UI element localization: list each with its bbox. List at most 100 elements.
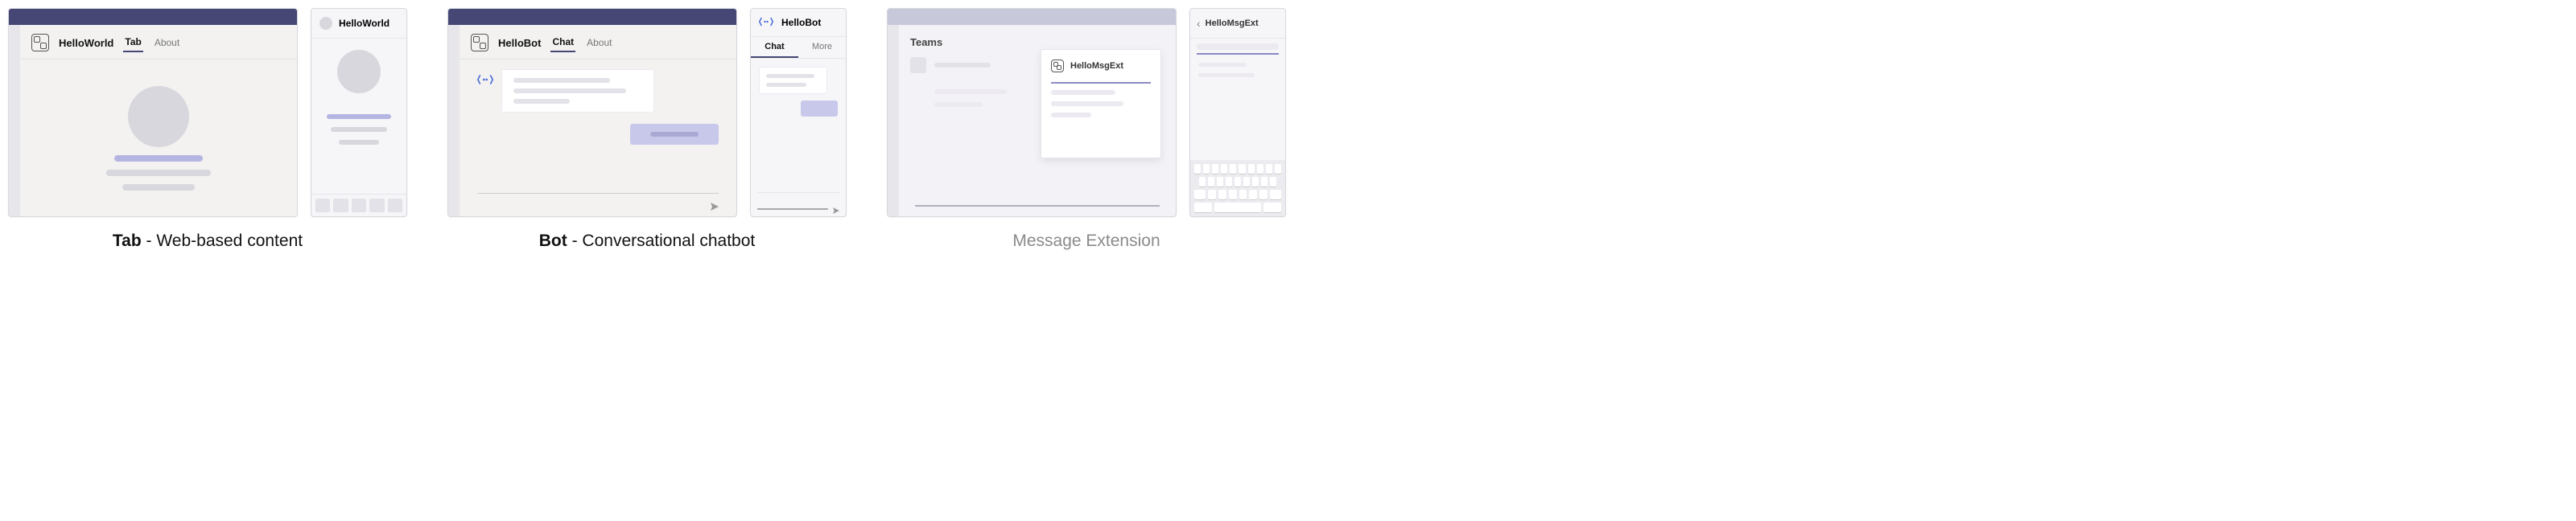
- popup-search-underline[interactable]: [1051, 82, 1151, 84]
- bot-desktop-window: HelloBot Chat About: [447, 8, 737, 217]
- back-icon[interactable]: ‹: [1197, 17, 1201, 30]
- placeholder-line: [934, 63, 991, 68]
- placeholder-line: [934, 89, 1007, 94]
- placeholder-line: [1051, 90, 1115, 95]
- placeholder-line: [106, 170, 211, 176]
- app-icon: [31, 34, 49, 51]
- tab-about[interactable]: About: [153, 34, 181, 51]
- tab-about[interactable]: About: [585, 34, 613, 51]
- compose-input[interactable]: [757, 208, 828, 210]
- search-input[interactable]: [1197, 43, 1279, 50]
- bot-caption: Bot - Conversational chatbot: [539, 232, 755, 251]
- bot-group: HelloBot Chat About: [447, 8, 847, 251]
- tab-tab[interactable]: Tab: [123, 33, 142, 52]
- nav-item[interactable]: [333, 199, 348, 212]
- placeholder-line: [339, 140, 379, 145]
- message-bubble: [759, 67, 827, 94]
- window-titlebar: [448, 9, 736, 25]
- nav-item[interactable]: [369, 199, 384, 212]
- bot-mobile-window: HelloBot Chat More: [750, 8, 847, 217]
- msgext-mobile-window: ‹ HelloMsgExt: [1189, 8, 1286, 217]
- app-rail: [448, 25, 460, 216]
- placeholder-line: [1198, 63, 1247, 67]
- placeholder-line: [1051, 113, 1091, 117]
- placeholder-line: [1051, 101, 1123, 106]
- compose-underline[interactable]: [915, 205, 1160, 207]
- mobile-title: HelloBot: [781, 17, 821, 28]
- msgext-desktop-window: Teams HelloMsgExt: [887, 8, 1177, 217]
- mobile-header: ‹ HelloMsgExt: [1190, 9, 1285, 39]
- mobile-content: [311, 39, 406, 194]
- mobile-tab-more[interactable]: More: [798, 37, 846, 58]
- mobile-tab-chat[interactable]: Chat: [751, 37, 798, 58]
- tab-content: [20, 59, 297, 216]
- message-bubble-out: [801, 101, 838, 117]
- bot-icon: [477, 74, 493, 85]
- mobile-title: HelloMsgExt: [1206, 18, 1259, 28]
- window-titlebar: [9, 9, 297, 25]
- outgoing-message: [477, 124, 719, 145]
- placeholder-line: [513, 99, 570, 104]
- mobile-header: HelloBot: [751, 9, 846, 37]
- placeholder-icon: [910, 57, 926, 73]
- message-bubble: [501, 69, 654, 113]
- placeholder-line: [934, 102, 983, 107]
- avatar-placeholder-icon: [128, 86, 189, 147]
- nav-item[interactable]: [352, 199, 366, 212]
- mobile-header: HelloWorld: [311, 9, 406, 39]
- placeholder-line: [327, 114, 391, 119]
- bot-icon: [759, 17, 775, 28]
- placeholder-line: [1198, 73, 1255, 77]
- list-item: [910, 57, 991, 73]
- mobile-title: HelloWorld: [339, 18, 389, 29]
- send-icon[interactable]: [711, 200, 719, 208]
- mobile-tabs: Chat More: [751, 37, 846, 59]
- placeholder-line: [122, 184, 195, 191]
- app-icon: [471, 34, 488, 51]
- tab-caption: Tab - Web-based content: [113, 232, 303, 251]
- tab-header: HelloWorld Tab About: [20, 25, 297, 59]
- compose-input[interactable]: [477, 203, 704, 206]
- window-titlebar: [888, 9, 1176, 25]
- mobile-chat-area: [751, 59, 846, 192]
- message-bubble-out: [630, 124, 719, 145]
- popup-header: HelloMsgExt: [1051, 59, 1151, 72]
- nav-item[interactable]: [315, 199, 330, 212]
- placeholder-line: [331, 127, 387, 132]
- send-icon[interactable]: [833, 203, 839, 210]
- popup-title: HelloMsgExt: [1070, 61, 1123, 71]
- msgext-content: Teams HelloMsgExt: [899, 25, 1176, 216]
- avatar-placeholder-icon: [337, 50, 381, 93]
- keyboard[interactable]: [1190, 160, 1285, 216]
- msgext-popup: HelloMsgExt: [1041, 49, 1161, 158]
- avatar-icon: [319, 17, 332, 30]
- sidebar-label-teams: Teams: [910, 36, 942, 48]
- incoming-message: [477, 69, 719, 113]
- nav-item[interactable]: [388, 199, 402, 212]
- placeholder-line: [114, 155, 203, 162]
- placeholder-line: [766, 74, 814, 78]
- msgext-group: Teams HelloMsgExt: [887, 8, 1286, 251]
- mobile-bottom-nav: [311, 194, 406, 216]
- app-rail: [9, 25, 20, 216]
- placeholder-line: [513, 88, 626, 93]
- app-title: HelloBot: [498, 37, 541, 49]
- search-underline: [1197, 53, 1279, 55]
- placeholder-line: [650, 132, 699, 137]
- placeholder-lines: [934, 89, 1007, 107]
- placeholder-line: [513, 78, 610, 83]
- mobile-compose[interactable]: [757, 192, 839, 210]
- tab-mobile-window: HelloWorld: [311, 8, 407, 217]
- chat-area: [460, 59, 736, 216]
- msgext-caption: Message Extension: [1012, 232, 1160, 251]
- placeholder-line: [766, 83, 806, 87]
- tab-chat[interactable]: Chat: [550, 33, 575, 52]
- tab-group: HelloWorld Tab About: [8, 8, 407, 251]
- app-rail: [888, 25, 899, 216]
- compose-box[interactable]: [477, 193, 719, 208]
- app-icon: [1051, 59, 1064, 72]
- tab-desktop-window: HelloWorld Tab About: [8, 8, 298, 217]
- bot-header: HelloBot Chat About: [460, 25, 736, 59]
- mobile-results: [1190, 63, 1285, 77]
- app-title: HelloWorld: [59, 37, 113, 49]
